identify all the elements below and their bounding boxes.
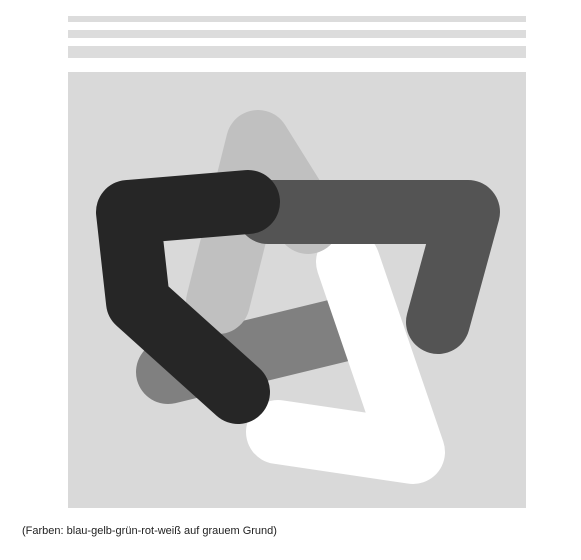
emblem-panel <box>68 72 526 508</box>
decorative-stripe-top <box>68 16 526 22</box>
interlaced-star-emblem <box>96 110 500 484</box>
decorative-stripe-middle <box>68 30 526 38</box>
caption: (Farben: blau-gelb-grün-rot-weiß auf gra… <box>22 525 277 537</box>
decorative-stripe-bottom <box>68 46 526 58</box>
